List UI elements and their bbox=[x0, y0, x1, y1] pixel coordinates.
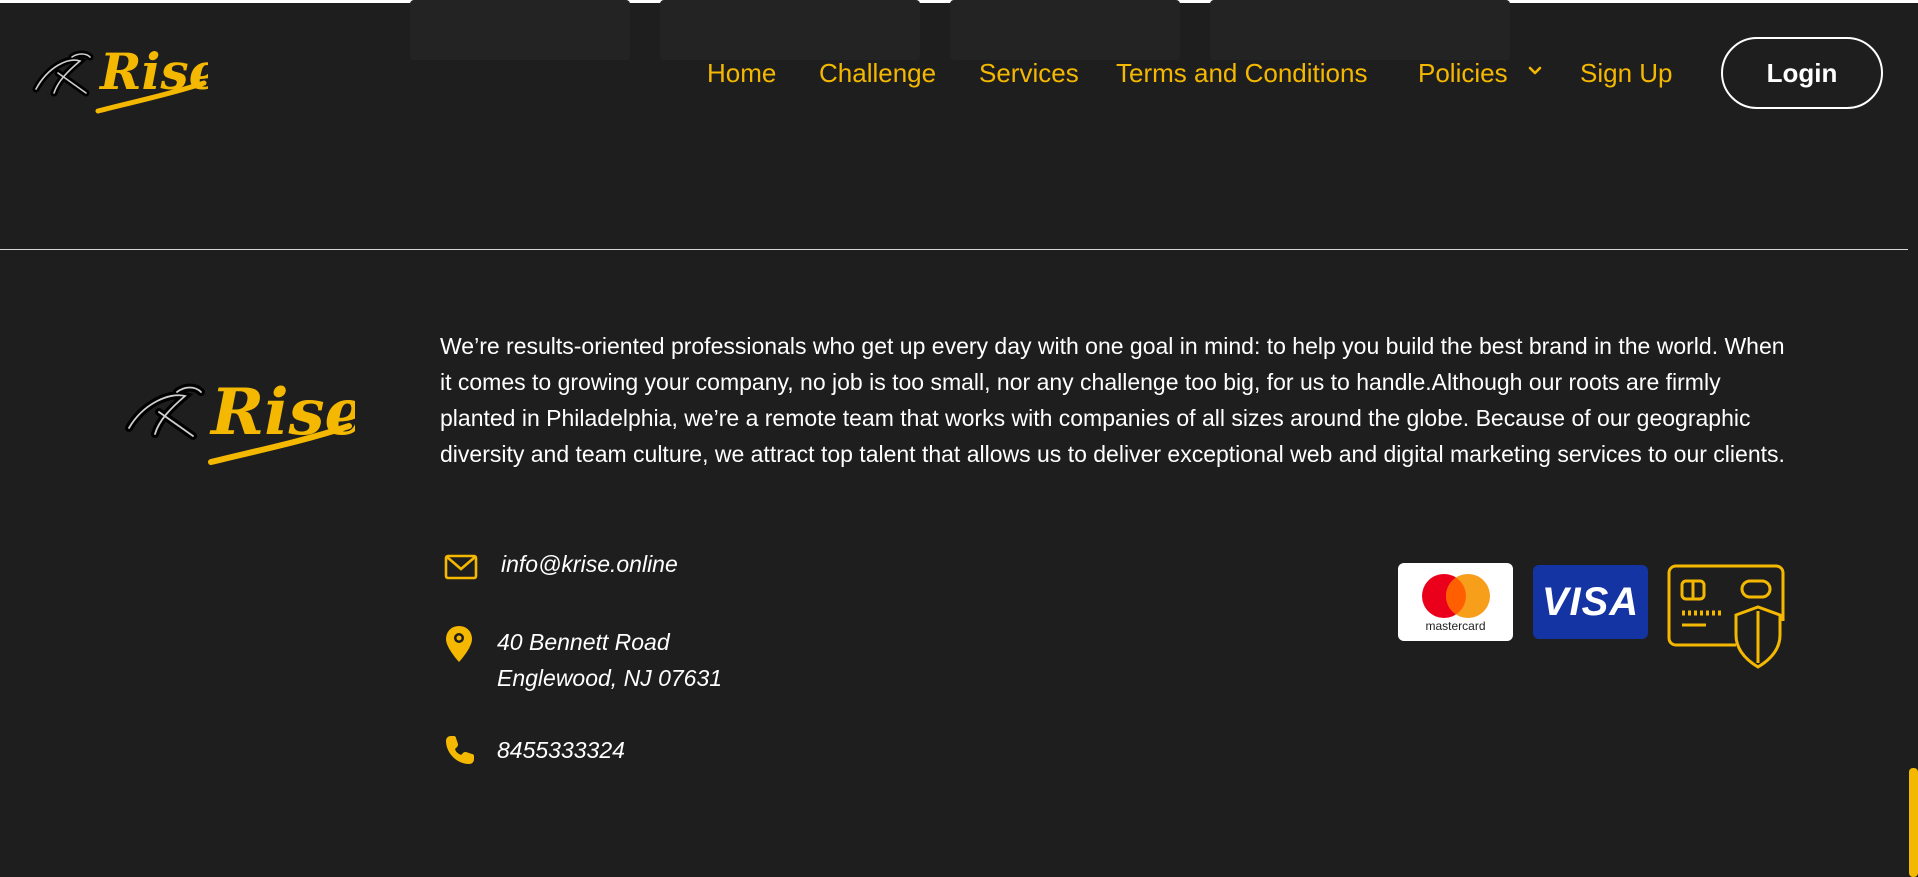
visa-label: VISA bbox=[1541, 580, 1640, 624]
login-button[interactable]: Login bbox=[1721, 37, 1883, 109]
logo-text: Rise bbox=[209, 375, 355, 450]
email-link[interactable]: info@krise.online bbox=[501, 546, 678, 582]
main-nav: Home Challenge Services Terms and Condit… bbox=[0, 53, 1908, 93]
nav-home[interactable]: Home bbox=[707, 53, 776, 93]
chevron-down-icon[interactable] bbox=[1527, 63, 1543, 79]
phone-number[interactable]: 8455333324 bbox=[497, 732, 625, 768]
visa-badge: VISA bbox=[1533, 565, 1648, 639]
mail-icon bbox=[444, 554, 478, 580]
nav-challenge[interactable]: Challenge bbox=[819, 53, 936, 93]
nav-terms-and-conditions[interactable]: Terms and Conditions bbox=[1116, 53, 1367, 93]
location-pin-icon bbox=[446, 626, 472, 662]
nav-sign-up[interactable]: Sign Up bbox=[1580, 53, 1673, 93]
address-line2: Englewood, NJ 07631 bbox=[497, 665, 723, 691]
nav-services[interactable]: Services bbox=[979, 53, 1079, 93]
scrollbar-thumb[interactable] bbox=[1909, 768, 1918, 877]
nav-policies[interactable]: Policies bbox=[1418, 53, 1508, 93]
address-line1: 40 Bennett Road bbox=[497, 629, 670, 655]
phone-icon bbox=[446, 736, 474, 764]
secure-card-shield-icon bbox=[1667, 564, 1785, 669]
footer-divider bbox=[0, 249, 1908, 250]
page: Rise Home Challenge Services Terms and C… bbox=[0, 0, 1918, 877]
mastercard-label: mastercard bbox=[1425, 619, 1486, 633]
about-text: We’re results-oriented professionals who… bbox=[440, 333, 1785, 467]
mastercard-icon bbox=[1422, 574, 1490, 618]
site-header: Rise Home Challenge Services Terms and C… bbox=[0, 3, 1908, 138]
mastercard-badge: mastercard bbox=[1398, 563, 1513, 641]
krise-logo-footer[interactable]: Rise bbox=[125, 356, 355, 472]
